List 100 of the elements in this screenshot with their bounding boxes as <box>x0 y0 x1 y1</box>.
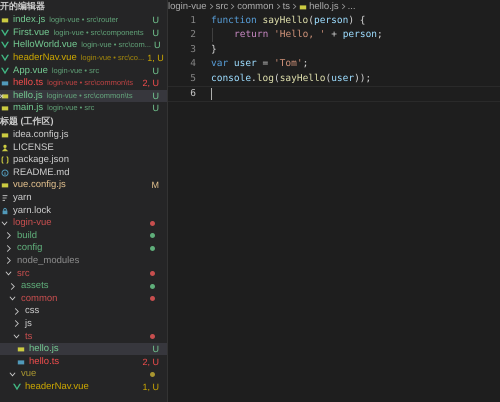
git-status: 1, U <box>141 380 160 393</box>
item-name: yarn <box>13 192 32 204</box>
chevron-right-icon <box>208 2 214 11</box>
breadcrumb-item[interactable]: common <box>237 1 274 12</box>
js-file-icon <box>1 16 9 24</box>
js-file-icon <box>17 345 25 354</box>
info-icon <box>1 168 9 177</box>
file-name: headerNav.vue <box>13 52 77 64</box>
item-name: idea.config.js <box>13 129 68 142</box>
git-status: U <box>152 14 160 26</box>
tree-item[interactable]: LICENSE <box>0 141 167 154</box>
breadcrumb-item[interactable]: src <box>216 1 228 12</box>
status-dot <box>150 220 155 226</box>
item-name: vue <box>21 368 36 380</box>
item-name: ts <box>25 330 32 343</box>
section-header[interactable]: 标题 (工作区) <box>0 114 167 127</box>
file-name: hello.js <box>13 90 43 102</box>
item-name: README.md <box>13 166 70 179</box>
ts-file-icon <box>1 79 9 88</box>
breadcrumb-item[interactable]: hello.js <box>309 1 339 12</box>
git-status: 1, U <box>146 52 165 64</box>
line-number: 6 <box>189 88 196 100</box>
code-line: return 'Hello, ' + person; <box>234 29 383 40</box>
tree-item[interactable]: hello.ts 2, U <box>0 355 167 368</box>
git-status: U <box>152 26 160 39</box>
code-line: function sayHello(person) { <box>211 14 366 26</box>
section-header[interactable]: 开的编辑器 <box>0 0 167 12</box>
line-number: 4 <box>189 58 196 70</box>
file-name: App.vue <box>13 64 48 77</box>
text-cursor <box>211 88 212 100</box>
tree-item[interactable]: vue <box>0 368 167 381</box>
chevron-right-icon <box>276 2 281 11</box>
tree-item[interactable]: headerNav.vue 1, U <box>0 380 167 394</box>
tree-item[interactable]: README.md <box>0 166 167 180</box>
chevron-right-icon[interactable] <box>9 282 16 291</box>
line-number: 1 <box>189 14 196 26</box>
status-dot <box>150 372 155 377</box>
js-file-icon <box>1 131 9 140</box>
item-name: vue.config.js <box>13 179 66 192</box>
item-name: hello.ts <box>29 356 60 368</box>
js-file-icon <box>299 2 308 10</box>
tree-item[interactable]: idea.config.js <box>0 128 167 142</box>
close-icon[interactable] <box>0 92 4 101</box>
lock-icon <box>1 206 9 215</box>
item-name: hello.js <box>29 343 59 356</box>
git-status: U <box>152 64 160 77</box>
item-name: config <box>17 242 42 254</box>
tree-item[interactable]: hello.js U <box>0 342 167 356</box>
chevron-right-icon <box>340 2 346 11</box>
breadcrumb-item[interactable]: ... <box>348 1 356 12</box>
breadcrumb-item[interactable]: login-vue <box>168 1 207 12</box>
status-dot <box>150 246 155 251</box>
breadcrumb-item[interactable]: ts <box>282 1 290 12</box>
tree-item[interactable]: yarn <box>0 192 167 204</box>
item-name: node_modules <box>17 254 80 267</box>
tree-item[interactable]: build <box>0 230 167 242</box>
file-name: index.js <box>13 14 46 26</box>
line-number: 2 <box>189 29 196 40</box>
line-number: 3 <box>189 44 196 55</box>
file-name: main.js <box>13 102 44 114</box>
item-name: package.json <box>13 154 69 166</box>
chevron-right-icon <box>292 2 298 11</box>
tree-item[interactable]: node_modules <box>0 254 167 268</box>
code-line: var user = 'Tom'; <box>211 58 308 70</box>
git-status: 2, U <box>141 356 160 368</box>
status-dot <box>150 233 155 238</box>
item-name: headerNav.vue <box>25 380 89 393</box>
item-name: common <box>21 292 58 305</box>
git-status: U <box>152 343 160 356</box>
item-name: yarn.lock <box>13 204 52 217</box>
tree-item[interactable]: config <box>0 242 167 255</box>
chevron-down-icon[interactable] <box>9 370 16 379</box>
item-name: LICENSE <box>13 142 54 154</box>
status-dot <box>150 271 155 276</box>
tree-item[interactable]: yarn.lock <box>0 204 167 217</box>
braces-icon <box>1 156 9 164</box>
item-name: js <box>25 318 32 330</box>
lines-icon <box>1 194 9 202</box>
git-status: 2, U <box>141 77 160 90</box>
git-status: U <box>152 102 160 114</box>
chevron-down-icon[interactable] <box>1 218 8 228</box>
js-file-icon <box>1 181 9 190</box>
item-name: css <box>25 305 40 318</box>
tree-item[interactable]: package.json <box>0 154 167 167</box>
tree-item[interactable]: js <box>0 318 167 330</box>
file-name: HelloWorld.vue <box>13 39 78 52</box>
vue-file-icon <box>13 382 21 391</box>
ts-file-icon <box>17 358 25 366</box>
status-dot <box>150 284 155 289</box>
code-line: console.log(sayHello(user)); <box>211 72 372 84</box>
status-dot <box>150 296 155 302</box>
tree-item[interactable]: vue.config.js M <box>0 179 167 192</box>
file-name: hello.ts <box>13 77 44 90</box>
file-name: First.vue <box>13 26 50 39</box>
tree-item[interactable]: assets <box>0 280 167 292</box>
chevron-right-icon <box>230 2 236 11</box>
git-status: U <box>152 90 160 102</box>
item-name: login-vue <box>13 217 52 230</box>
tree-item[interactable]: css <box>0 305 167 318</box>
code-line: } <box>211 44 217 55</box>
